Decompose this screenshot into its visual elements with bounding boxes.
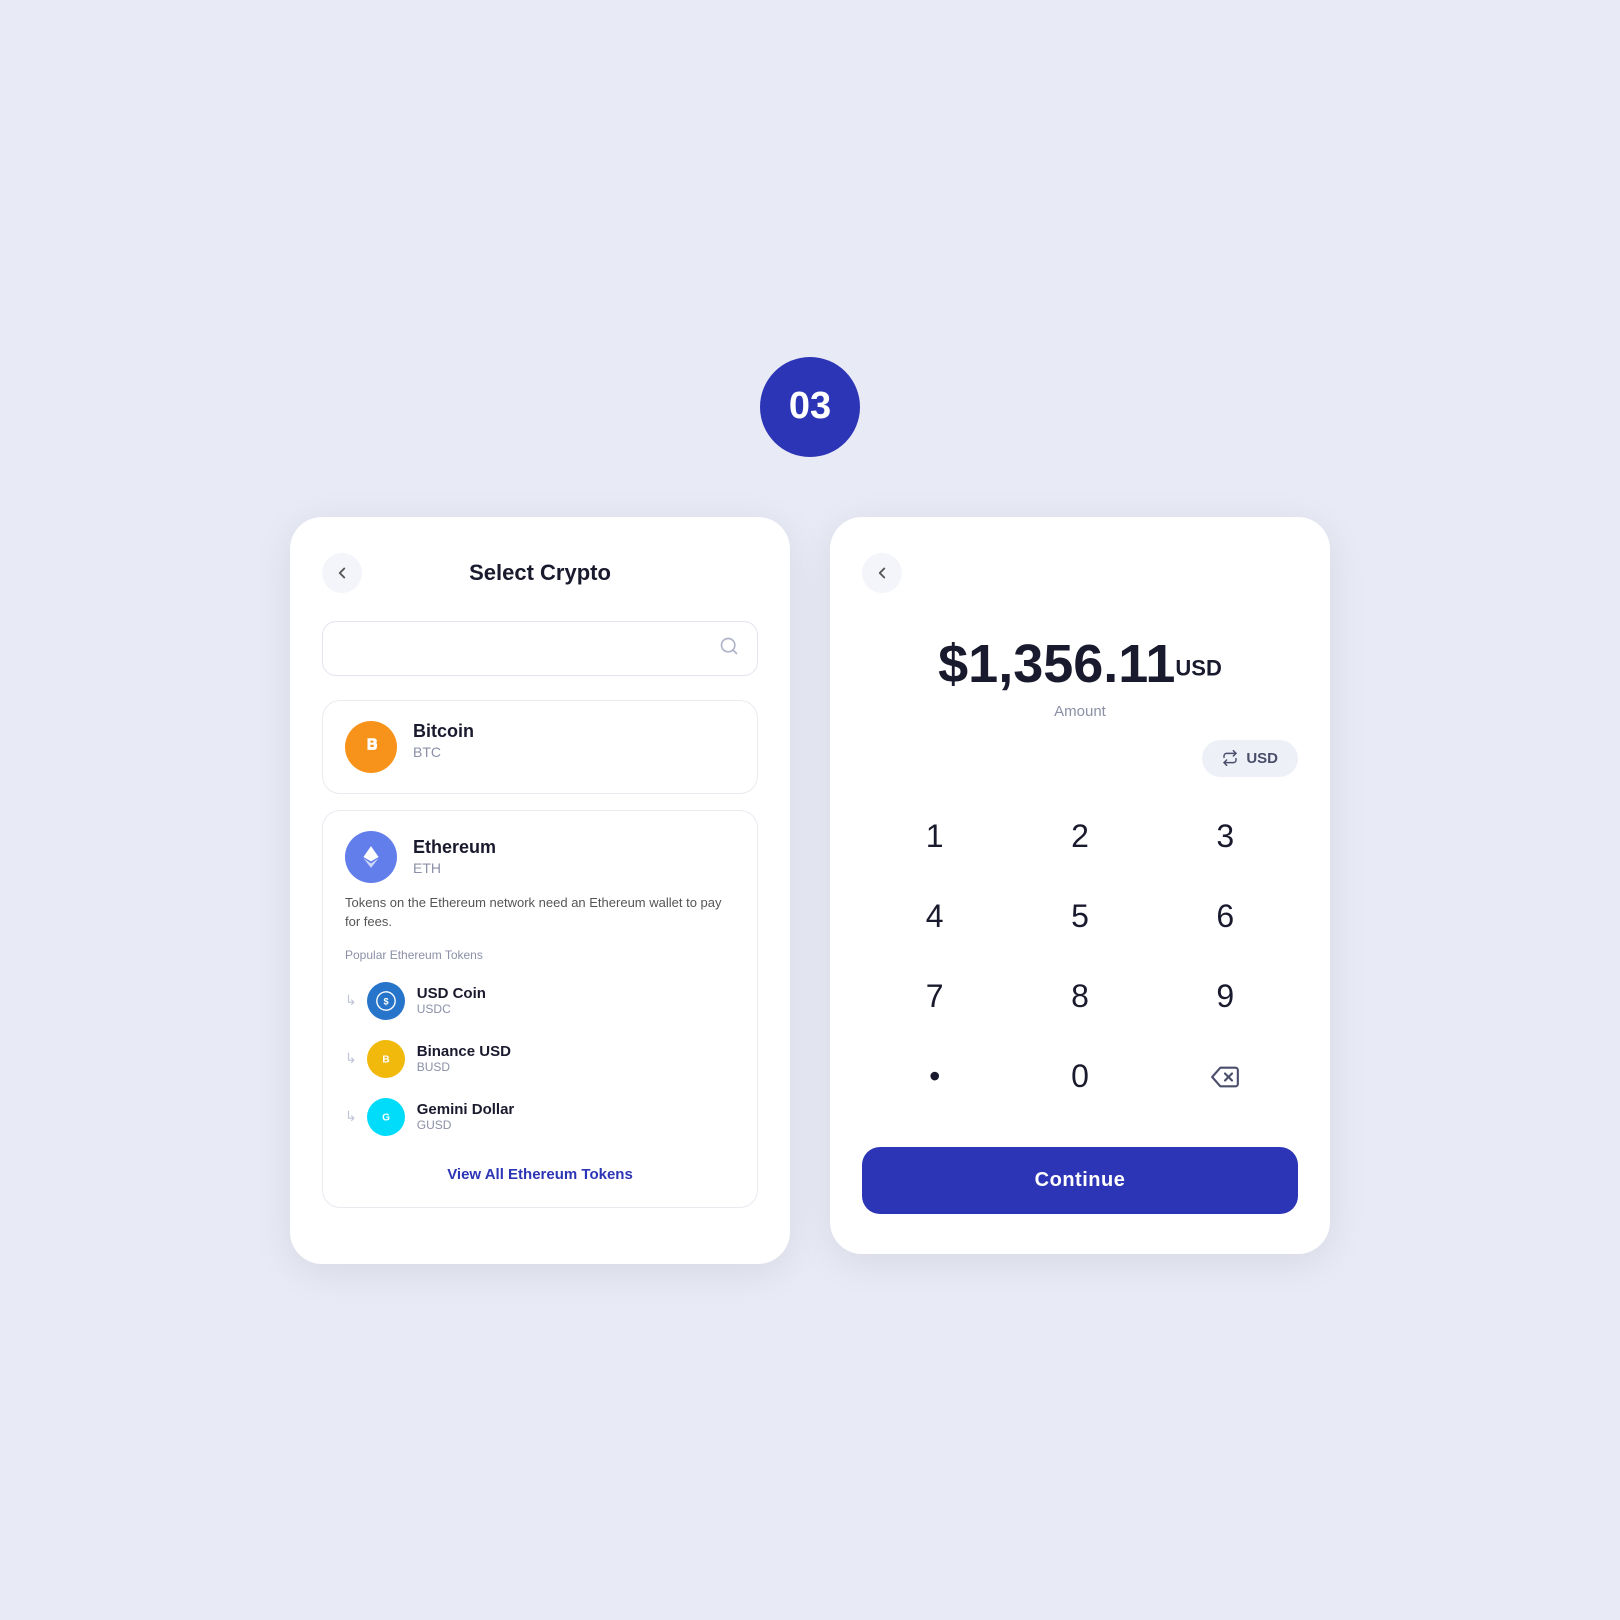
busd-info: Binance USD BUSD (417, 1043, 511, 1074)
panels-row: Select Crypto Bitcoin BTC (290, 517, 1330, 1264)
ethereum-symbol: ETH (413, 860, 735, 876)
amount-display: $1,356.11USD (862, 633, 1298, 695)
view-all-ethereum-tokens-link[interactable]: View All Ethereum Tokens (345, 1166, 735, 1183)
gusd-symbol: GUSD (417, 1118, 515, 1132)
key-6[interactable]: 6 (1153, 877, 1298, 957)
usdc-name: USD Coin (417, 985, 486, 1002)
amount-value: $1,356.11 (938, 634, 1175, 694)
key-delete[interactable] (1153, 1037, 1298, 1117)
bitcoin-name: Bitcoin (413, 721, 735, 742)
key-3[interactable]: 3 (1153, 797, 1298, 877)
key-0[interactable]: 0 (1007, 1037, 1152, 1117)
currency-btn-label: USD (1246, 750, 1278, 767)
ethereum-description: Tokens on the Ethereum network need an E… (345, 893, 735, 932)
gusd-info: Gemini Dollar GUSD (417, 1101, 515, 1132)
currency-toggle: USD (862, 740, 1298, 777)
bitcoin-card[interactable]: Bitcoin BTC (322, 700, 758, 794)
bitcoin-logo (345, 721, 397, 773)
numpad: 1 2 3 4 5 6 7 8 9 • 0 (862, 797, 1298, 1117)
gusd-token-row[interactable]: ↳ G Gemini Dollar GUSD (345, 1088, 735, 1146)
busd-symbol: BUSD (417, 1060, 511, 1074)
key-5[interactable]: 5 (1007, 877, 1152, 957)
left-back-button[interactable] (322, 553, 362, 593)
usdc-token-row[interactable]: ↳ $ USD Coin USDC (345, 972, 735, 1030)
right-panel-header (862, 553, 1298, 593)
search-input[interactable] (341, 639, 719, 657)
key-dot[interactable]: • (862, 1037, 1007, 1117)
bitcoin-info: Bitcoin BTC (413, 721, 735, 760)
left-panel-title: Select Crypto (362, 560, 718, 586)
gusd-name: Gemini Dollar (417, 1101, 515, 1118)
left-panel-header: Select Crypto (322, 553, 758, 593)
svg-text:$: $ (383, 996, 388, 1006)
usdc-info: USD Coin USDC (417, 985, 486, 1016)
svg-text:B: B (382, 1054, 389, 1065)
busd-name: Binance USD (417, 1043, 511, 1060)
step-number: 03 (789, 385, 831, 428)
amount-currency: USD (1175, 655, 1221, 680)
right-back-button[interactable] (862, 553, 902, 593)
popular-tokens-label: Popular Ethereum Tokens (345, 948, 735, 962)
usdc-logo: $ (367, 982, 405, 1020)
key-9[interactable]: 9 (1153, 957, 1298, 1037)
search-icon (719, 636, 739, 661)
continue-button[interactable]: Continue (862, 1147, 1298, 1214)
ethereum-info: Ethereum ETH (413, 837, 735, 876)
busd-token-row[interactable]: ↳ B Binance USD BUSD (345, 1030, 735, 1088)
select-crypto-panel: Select Crypto Bitcoin BTC (290, 517, 790, 1264)
busd-arrow-icon: ↳ (345, 1050, 357, 1067)
key-1[interactable]: 1 (862, 797, 1007, 877)
svg-text:G: G (382, 1112, 390, 1123)
gusd-logo: G (367, 1098, 405, 1136)
amount-label: Amount (862, 703, 1298, 720)
search-box[interactable] (322, 621, 758, 676)
usdc-arrow-icon: ↳ (345, 992, 357, 1009)
key-4[interactable]: 4 (862, 877, 1007, 957)
amount-panel: $1,356.11USD Amount USD 1 2 3 4 5 6 7 8 … (830, 517, 1330, 1254)
ethereum-logo (345, 831, 397, 883)
key-2[interactable]: 2 (1007, 797, 1152, 877)
amount-section: $1,356.11USD Amount (862, 633, 1298, 720)
gusd-arrow-icon: ↳ (345, 1108, 357, 1125)
busd-logo: B (367, 1040, 405, 1078)
key-7[interactable]: 7 (862, 957, 1007, 1037)
key-8[interactable]: 8 (1007, 957, 1152, 1037)
bitcoin-symbol: BTC (413, 744, 735, 760)
ethereum-name: Ethereum (413, 837, 735, 858)
step-badge: 03 (760, 357, 860, 457)
usdc-symbol: USDC (417, 1002, 486, 1016)
currency-toggle-button[interactable]: USD (1202, 740, 1298, 777)
ethereum-card[interactable]: Ethereum ETH Tokens on the Ethereum netw… (322, 810, 758, 1208)
